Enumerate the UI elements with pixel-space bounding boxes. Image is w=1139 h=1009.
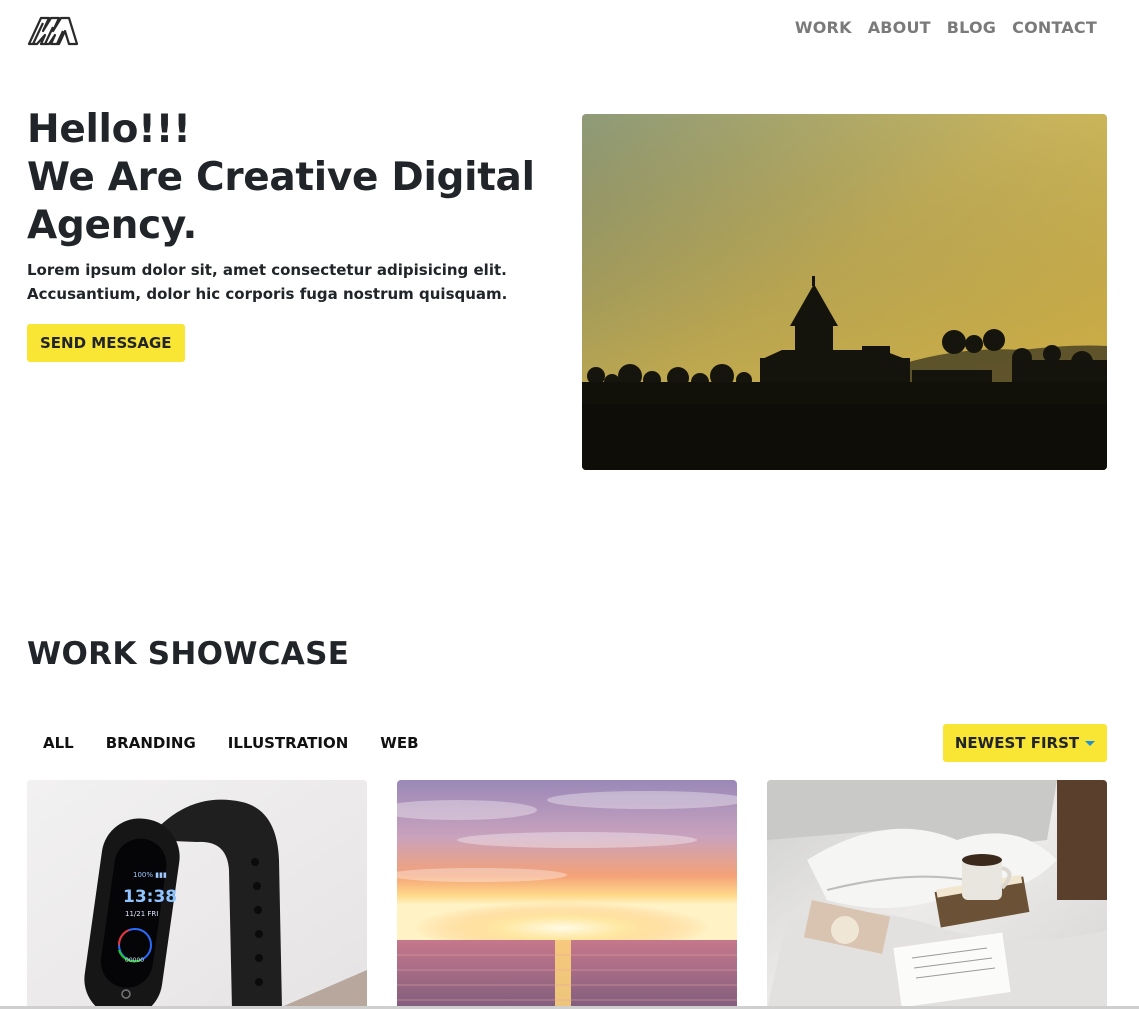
hero-subtitle: Lorem ipsum dolor sit, amet consectetur … [27,258,567,306]
hero-title-line: Hello!!! [27,107,191,152]
nav-links: WORK ABOUT BLOG CONTACT [795,18,1097,37]
svg-text:00000: 00000 [125,957,144,964]
sort-label: NEWEST FIRST [954,734,1080,752]
hero-section: Hello!!! We Are Creative Digital Agency.… [27,106,567,362]
send-message-button[interactable]: SEND MESSAGE [27,324,185,362]
fitness-band-photo: 100% ▮▮▮ 13:38 11/21 FRI 00000 [27,780,367,1009]
nav-link-work[interactable]: WORK [795,18,852,37]
section-title: WORK SHOWCASE [27,636,350,672]
nav-link-about[interactable]: ABOUT [868,18,931,37]
svg-text:11/21 FRI: 11/21 FRI [125,910,158,918]
hero-image [582,114,1107,470]
hero-subtitle-line: Accusantium, dolor hic corporis fuga nos… [27,285,508,303]
filter-branding[interactable]: BRANDING [90,732,212,754]
navbar: WORK ABOUT BLOG CONTACT [0,0,1139,60]
hero-title: Hello!!! We Are Creative Digital Agency. [27,106,567,250]
showcase-card[interactable] [397,780,737,1009]
svg-text:100% ▮▮▮: 100% ▮▮▮ [133,871,167,879]
showcase-card[interactable] [767,780,1107,1009]
bed-coffee-book-photo [767,780,1107,1009]
sea-sunset-photo [397,780,737,1009]
showcase-card[interactable]: 100% ▮▮▮ 13:38 11/21 FRI 00000 [27,780,367,1009]
caret-down-icon [1085,741,1096,746]
hero-subtitle-line: Lorem ipsum dolor sit, amet consectetur … [27,261,507,279]
svg-text:13:38: 13:38 [123,887,177,907]
filter-web[interactable]: WEB [364,732,434,754]
filter-illustration[interactable]: ILLUSTRATION [212,732,365,754]
hero-title-line: We Are Creative Digital [27,155,535,200]
hero-title-line: Agency. [27,203,197,248]
filter-tabs: ALL BRANDING ILLUSTRATION WEB [27,732,435,754]
filter-all[interactable]: ALL [27,732,90,754]
nav-link-contact[interactable]: CONTACT [1012,18,1097,37]
stacked-m-logo-icon[interactable] [27,13,79,47]
nav-link-blog[interactable]: BLOG [947,18,996,37]
sort-dropdown-button[interactable]: NEWEST FIRST [943,724,1107,762]
